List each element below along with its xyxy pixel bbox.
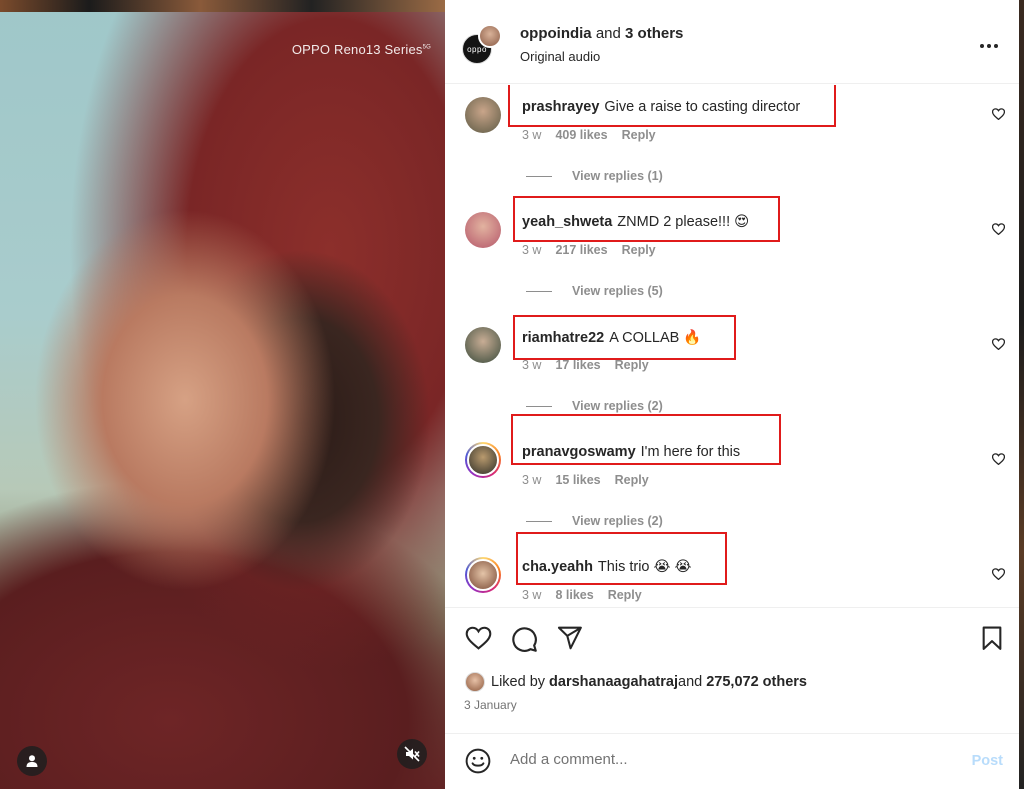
comment-button[interactable] <box>511 626 538 658</box>
avatar[interactable] <box>465 557 501 593</box>
share-icon <box>557 626 582 650</box>
like-comment-button[interactable] <box>991 337 1006 355</box>
view-replies-button[interactable]: View replies (2) <box>526 514 663 528</box>
comment-meta: 3 w 15 likes Reply <box>522 473 663 487</box>
watermark-sup: 5G <box>422 44 431 51</box>
highlight-box <box>508 85 836 127</box>
replies-line <box>526 175 552 177</box>
view-replies-label: View replies (2) <box>572 514 663 528</box>
reel-video[interactable]: OPPO Reno13 Series5G <box>0 0 445 789</box>
replies-line <box>526 290 552 292</box>
post-panel: oppo oppoindia and 3 others Original aud… <box>445 0 1019 789</box>
owner-username[interactable]: oppoindia <box>520 25 592 42</box>
emoji-picker-button[interactable] <box>465 748 491 779</box>
post-comment-button[interactable]: Post <box>972 753 1003 769</box>
comment-time[interactable]: 3 w <box>522 588 541 602</box>
muted-speaker-icon <box>404 746 420 762</box>
comment-meta: 3 w 17 likes Reply <box>522 358 663 372</box>
post-actions <box>445 607 1019 663</box>
highlight-box <box>511 414 781 465</box>
brand-watermark: OPPO Reno13 Series5G <box>292 42 431 57</box>
view-replies-button[interactable]: View replies (2) <box>526 399 663 413</box>
view-replies-label: View replies (2) <box>572 399 663 413</box>
reply-button[interactable]: Reply <box>622 243 656 257</box>
comment-meta: 3 w 409 likes Reply <box>522 128 670 142</box>
comment-meta: 3 w 8 likes Reply <box>522 588 656 602</box>
owner-others-link[interactable]: 3 others <box>625 25 683 42</box>
replies-line <box>526 520 552 522</box>
avatar[interactable] <box>478 24 502 48</box>
heart-icon <box>991 108 1006 121</box>
view-replies-button[interactable]: View replies (5) <box>526 284 663 298</box>
like-post-button[interactable] <box>465 626 492 655</box>
watermark-text: OPPO Reno13 Series <box>291 42 423 57</box>
highlight-box <box>516 532 727 585</box>
comment-likes[interactable]: 409 likes <box>555 128 607 142</box>
highlight-box <box>513 315 736 360</box>
comment-likes[interactable]: 217 likes <box>555 243 607 257</box>
like-comment-button[interactable] <box>991 452 1006 470</box>
user-icon <box>26 755 38 767</box>
liked-by-prefix: Liked by <box>491 674 546 690</box>
like-comment-button[interactable] <box>991 567 1006 585</box>
view-replies-button[interactable]: View replies (1) <box>526 169 663 183</box>
comment-input[interactable] <box>510 751 950 768</box>
more-horizontal-icon <box>980 44 998 48</box>
save-button[interactable] <box>981 626 1003 656</box>
background-strip <box>1019 0 1024 789</box>
highlight-box <box>513 196 780 242</box>
liked-by: Liked by darshanaagahatraj and 275,072 o… <box>465 672 807 692</box>
reply-button[interactable]: Reply <box>615 358 649 372</box>
comment-likes[interactable]: 15 likes <box>555 473 600 487</box>
bookmark-icon <box>982 626 1002 650</box>
avatar[interactable] <box>465 327 501 363</box>
heart-icon <box>991 453 1006 466</box>
view-replies-label: View replies (5) <box>572 284 663 298</box>
heart-icon <box>991 223 1006 236</box>
background-strip <box>0 0 445 12</box>
heart-icon <box>991 568 1006 581</box>
like-comment-button[interactable] <box>991 107 1006 125</box>
add-comment-bar: Post <box>445 733 1019 789</box>
view-replies-label: View replies (1) <box>572 169 663 183</box>
avatar[interactable] <box>465 97 501 133</box>
audio-link[interactable]: Original audio <box>520 49 600 64</box>
comment-icon <box>512 627 537 652</box>
comment-time[interactable]: 3 w <box>522 128 541 142</box>
avatar[interactable] <box>465 442 501 478</box>
post-owner: oppoindia and 3 others <box>520 25 683 42</box>
reply-button[interactable]: Reply <box>615 473 649 487</box>
liked-by-others[interactable]: 275,072 others <box>706 674 807 690</box>
avatar-image <box>467 559 499 591</box>
like-comment-button[interactable] <box>991 222 1006 240</box>
owner-avatars[interactable]: oppo <box>462 24 504 68</box>
reply-button[interactable]: Reply <box>622 128 656 142</box>
mute-button[interactable] <box>397 739 427 769</box>
liked-by-joiner: and <box>678 674 703 690</box>
heart-icon <box>991 338 1006 351</box>
more-options-button[interactable] <box>979 32 999 55</box>
comment-likes[interactable]: 17 likes <box>555 358 600 372</box>
comments-list[interactable]: prashrayey Give a raise to casting direct… <box>445 85 1019 607</box>
avatar[interactable] <box>465 212 501 248</box>
replies-line <box>526 405 552 407</box>
comment-likes[interactable]: 8 likes <box>555 588 593 602</box>
comment-time[interactable]: 3 w <box>522 358 541 372</box>
avatar[interactable] <box>465 672 485 692</box>
post-header: oppo oppoindia and 3 others Original aud… <box>445 4 1019 84</box>
avatar-image <box>467 444 499 476</box>
post-date[interactable]: 3 January <box>464 698 517 712</box>
liked-by-user[interactable]: darshanaagahatraj <box>549 674 678 690</box>
reply-button[interactable]: Reply <box>608 588 642 602</box>
share-button[interactable] <box>557 626 583 655</box>
tagged-users-button[interactable] <box>17 746 47 776</box>
heart-icon <box>465 626 492 650</box>
comment-meta: 3 w 217 likes Reply <box>522 243 670 257</box>
comment-time[interactable]: 3 w <box>522 473 541 487</box>
emoji-icon <box>465 748 491 774</box>
owner-joiner: and <box>591 25 626 42</box>
comment-time[interactable]: 3 w <box>522 243 541 257</box>
